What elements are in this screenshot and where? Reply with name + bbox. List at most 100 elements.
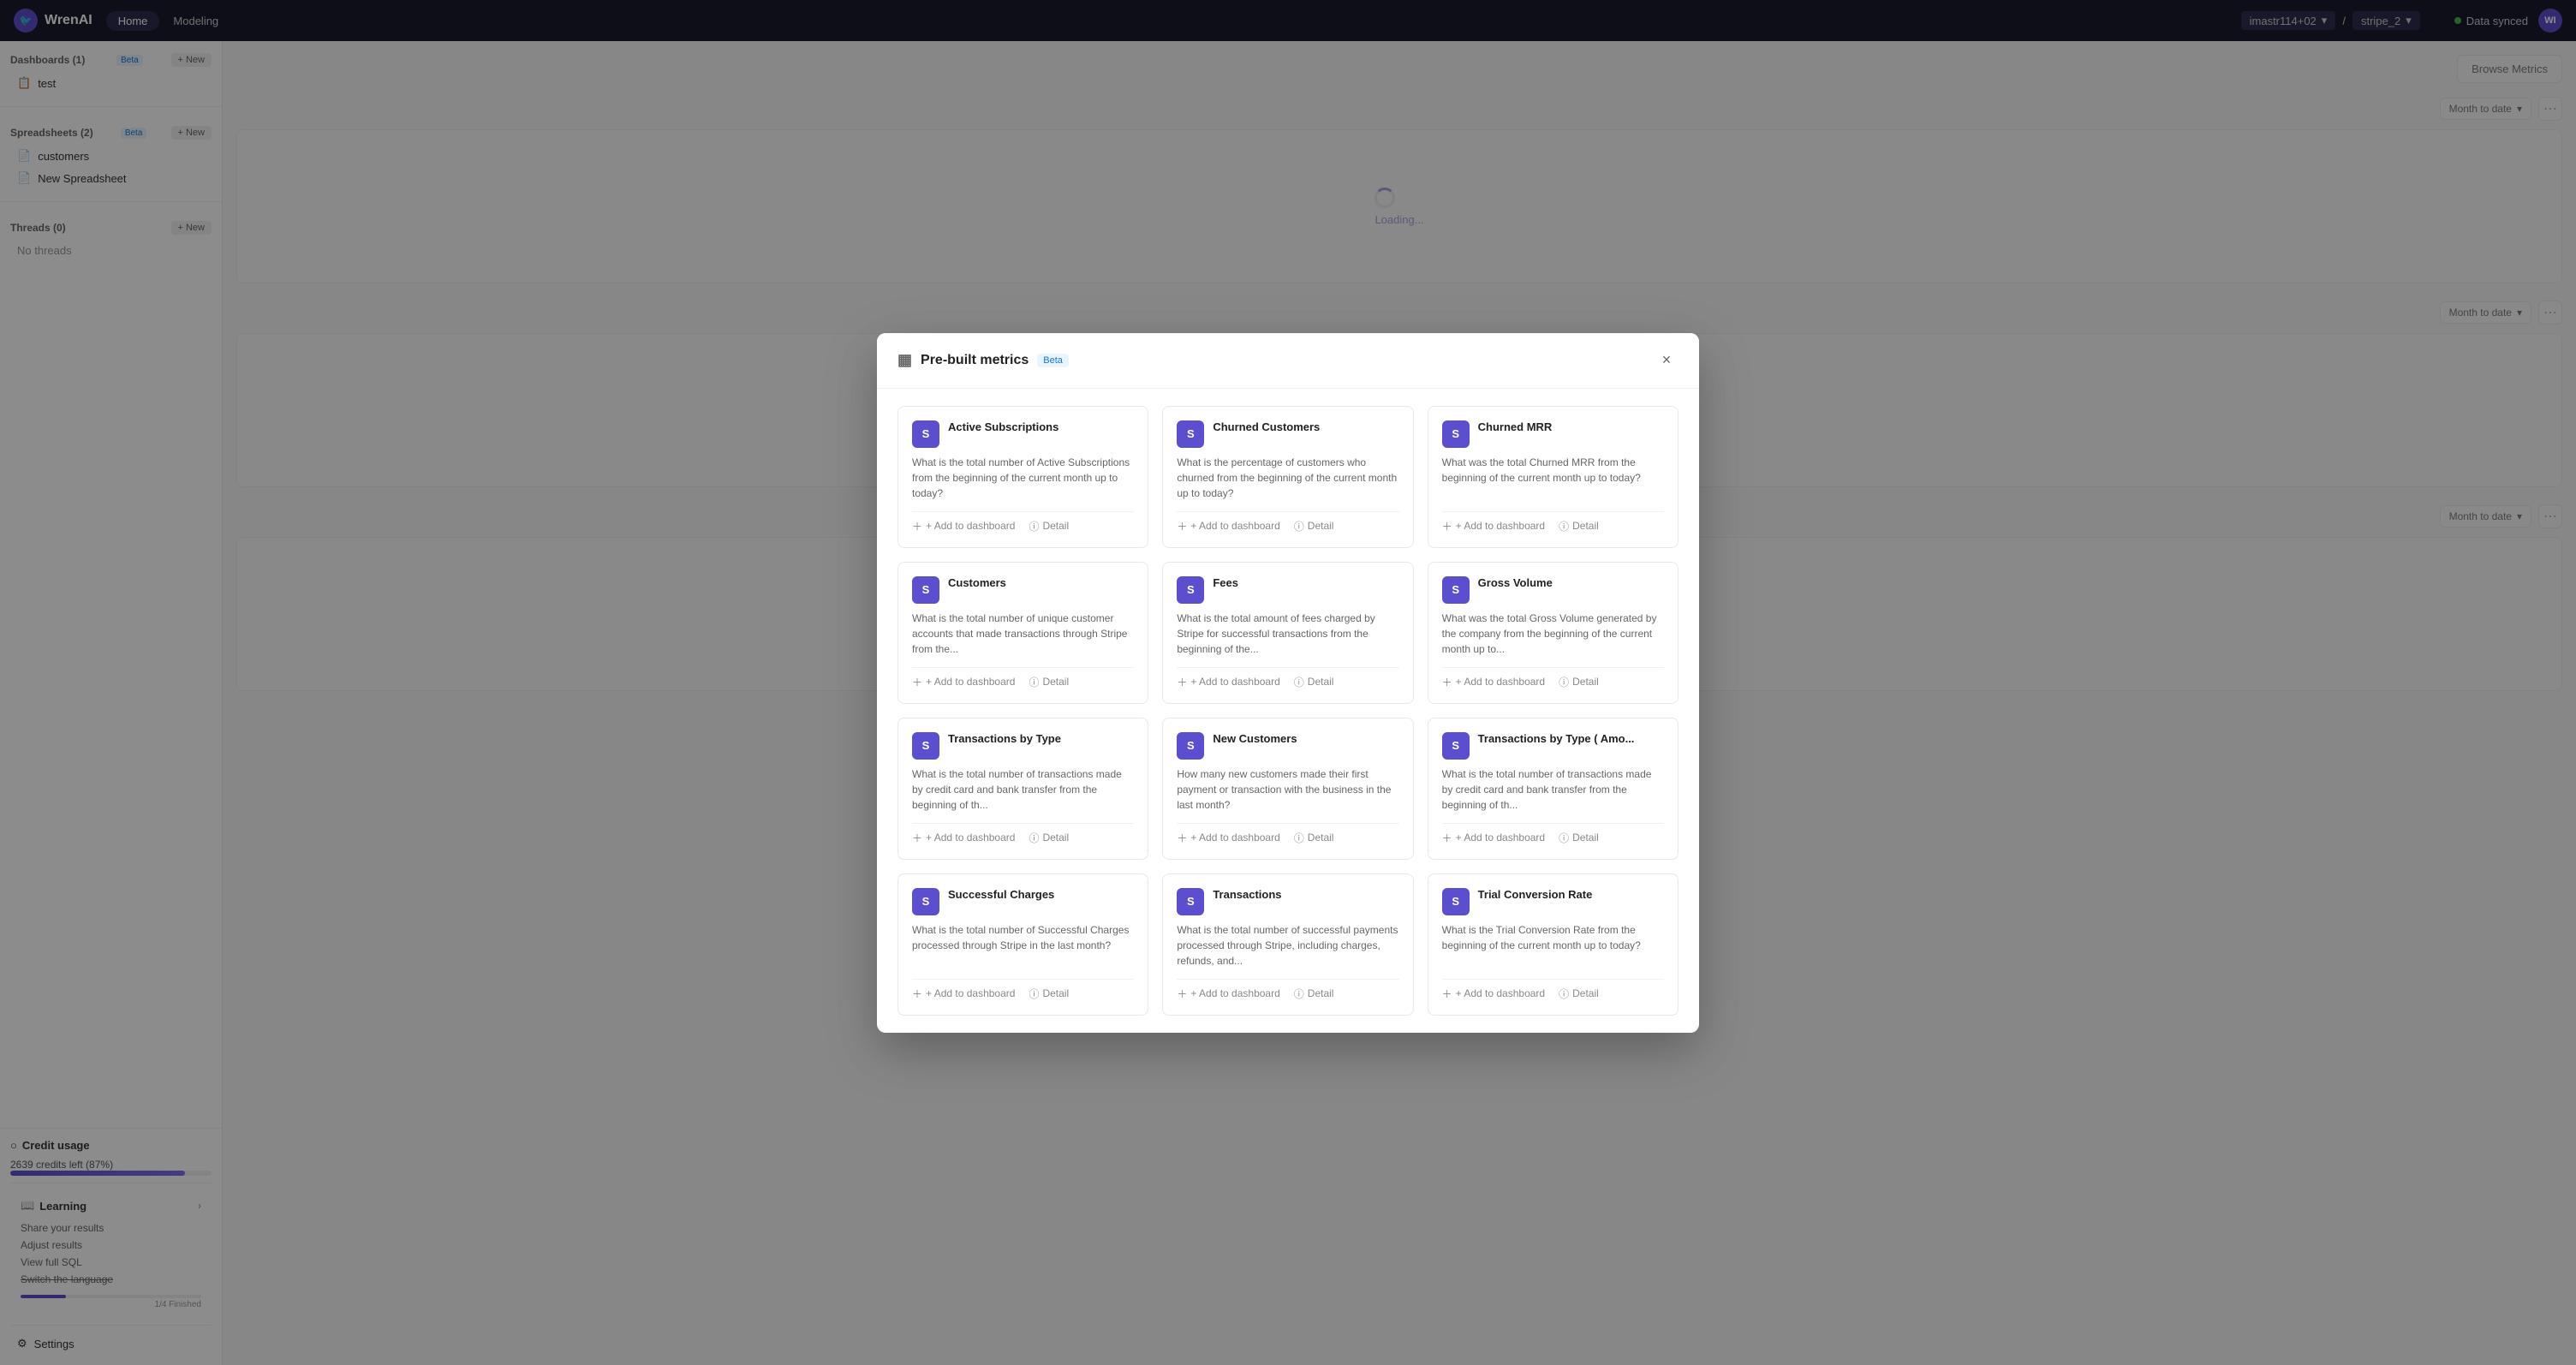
- metrics-grid: S Active Subscriptions What is the total…: [877, 389, 1699, 1033]
- metric-name-transactions-by-type-amount: Transactions by Type ( Amo...: [1478, 732, 1635, 747]
- metric-detail-btn-active-subscriptions[interactable]: ⓘ Detail: [1029, 519, 1069, 533]
- plus-icon: ＋: [1442, 675, 1452, 689]
- metric-icon-gross-volume: S: [1442, 576, 1470, 604]
- metric-header-successful-charges: S Successful Charges: [912, 888, 1134, 915]
- metric-desc-transactions: What is the total number of successful p…: [1177, 922, 1398, 969]
- metric-add-btn-trial-conversion-rate[interactable]: ＋ + Add to dashboard: [1442, 986, 1545, 1001]
- plus-icon: ＋: [912, 675, 922, 689]
- metric-header-new-customers: S New Customers: [1177, 732, 1398, 760]
- metric-card-churned-customers[interactable]: S Churned Customers What is the percenta…: [1162, 406, 1413, 548]
- info-icon: ⓘ: [1559, 519, 1569, 533]
- metric-card-new-customers[interactable]: S New Customers How many new customers m…: [1162, 718, 1413, 860]
- metric-desc-churned-customers: What is the percentage of customers who …: [1177, 455, 1398, 501]
- metric-card-fees[interactable]: S Fees What is the total amount of fees …: [1162, 562, 1413, 704]
- metric-name-transactions: Transactions: [1213, 888, 1281, 903]
- info-icon: ⓘ: [1029, 519, 1039, 533]
- metric-actions-churned-customers: ＋ + Add to dashboard ⓘ Detail: [1177, 511, 1398, 533]
- metric-name-transactions-by-type: Transactions by Type: [948, 732, 1061, 747]
- metric-actions-trial-conversion-rate: ＋ + Add to dashboard ⓘ Detail: [1442, 979, 1664, 1001]
- plus-icon: ＋: [1177, 675, 1187, 689]
- metric-header-transactions-by-type: S Transactions by Type: [912, 732, 1134, 760]
- prebuilt-metrics-modal: ▦ Pre-built metrics Beta × S Active Subs…: [877, 333, 1699, 1033]
- metric-actions-new-customers: ＋ + Add to dashboard ⓘ Detail: [1177, 823, 1398, 845]
- metric-actions-transactions: ＋ + Add to dashboard ⓘ Detail: [1177, 979, 1398, 1001]
- info-icon: ⓘ: [1294, 519, 1304, 533]
- metric-detail-btn-new-customers[interactable]: ⓘ Detail: [1294, 831, 1334, 845]
- metric-add-btn-active-subscriptions[interactable]: ＋ + Add to dashboard: [912, 519, 1015, 533]
- metric-name-new-customers: New Customers: [1213, 732, 1297, 747]
- plus-icon: ＋: [1177, 986, 1187, 1001]
- modal-header: ▦ Pre-built metrics Beta ×: [877, 333, 1699, 389]
- metric-icon-churned-customers: S: [1177, 420, 1204, 448]
- metric-name-churned-mrr: Churned MRR: [1478, 420, 1553, 435]
- metric-name-successful-charges: Successful Charges: [948, 888, 1054, 903]
- info-icon: ⓘ: [1029, 831, 1039, 845]
- metric-add-btn-churned-customers[interactable]: ＋ + Add to dashboard: [1177, 519, 1279, 533]
- metric-desc-fees: What is the total amount of fees charged…: [1177, 611, 1398, 657]
- metric-detail-btn-customers[interactable]: ⓘ Detail: [1029, 675, 1069, 689]
- metric-name-gross-volume: Gross Volume: [1478, 576, 1553, 591]
- metric-card-transactions[interactable]: S Transactions What is the total number …: [1162, 873, 1413, 1016]
- modal-close-btn[interactable]: ×: [1655, 349, 1679, 373]
- metric-icon-successful-charges: S: [912, 888, 939, 915]
- metric-header-active-subscriptions: S Active Subscriptions: [912, 420, 1134, 448]
- metric-actions-active-subscriptions: ＋ + Add to dashboard ⓘ Detail: [912, 511, 1134, 533]
- metric-icon-trial-conversion-rate: S: [1442, 888, 1470, 915]
- modal-title-icon: ▦: [897, 351, 912, 369]
- metric-detail-btn-churned-customers[interactable]: ⓘ Detail: [1294, 519, 1334, 533]
- metric-detail-btn-transactions[interactable]: ⓘ Detail: [1294, 986, 1334, 1001]
- metric-add-btn-customers[interactable]: ＋ + Add to dashboard: [912, 675, 1015, 689]
- metric-detail-btn-fees[interactable]: ⓘ Detail: [1294, 675, 1334, 689]
- metric-actions-transactions-by-type: ＋ + Add to dashboard ⓘ Detail: [912, 823, 1134, 845]
- metric-add-btn-new-customers[interactable]: ＋ + Add to dashboard: [1177, 831, 1279, 845]
- metric-detail-btn-transactions-by-type-amount[interactable]: ⓘ Detail: [1559, 831, 1599, 845]
- metric-icon-new-customers: S: [1177, 732, 1204, 760]
- metric-detail-btn-trial-conversion-rate[interactable]: ⓘ Detail: [1559, 986, 1599, 1001]
- metric-icon-transactions-by-type: S: [912, 732, 939, 760]
- metric-add-btn-transactions-by-type[interactable]: ＋ + Add to dashboard: [912, 831, 1015, 845]
- metric-card-transactions-by-type-amount[interactable]: S Transactions by Type ( Amo... What is …: [1428, 718, 1679, 860]
- metric-card-successful-charges[interactable]: S Successful Charges What is the total n…: [897, 873, 1148, 1016]
- metric-name-fees: Fees: [1213, 576, 1238, 591]
- metric-desc-new-customers: How many new customers made their first …: [1177, 766, 1398, 813]
- metric-header-transactions-by-type-amount: S Transactions by Type ( Amo...: [1442, 732, 1664, 760]
- metric-desc-successful-charges: What is the total number of Successful C…: [912, 922, 1134, 969]
- metric-detail-btn-gross-volume[interactable]: ⓘ Detail: [1559, 675, 1599, 689]
- metric-detail-btn-successful-charges[interactable]: ⓘ Detail: [1029, 986, 1069, 1001]
- metric-header-trial-conversion-rate: S Trial Conversion Rate: [1442, 888, 1664, 915]
- metric-actions-gross-volume: ＋ + Add to dashboard ⓘ Detail: [1442, 667, 1664, 689]
- plus-icon: ＋: [912, 519, 922, 533]
- plus-icon: ＋: [912, 986, 922, 1001]
- metric-header-churned-mrr: S Churned MRR: [1442, 420, 1664, 448]
- modal-overlay[interactable]: ▦ Pre-built metrics Beta × S Active Subs…: [0, 0, 2576, 1365]
- metric-card-customers[interactable]: S Customers What is the total number of …: [897, 562, 1148, 704]
- metric-add-btn-transactions[interactable]: ＋ + Add to dashboard: [1177, 986, 1279, 1001]
- metric-actions-churned-mrr: ＋ + Add to dashboard ⓘ Detail: [1442, 511, 1664, 533]
- metric-icon-active-subscriptions: S: [912, 420, 939, 448]
- metric-card-gross-volume[interactable]: S Gross Volume What was the total Gross …: [1428, 562, 1679, 704]
- metric-desc-trial-conversion-rate: What is the Trial Conversion Rate from t…: [1442, 922, 1664, 969]
- metric-card-trial-conversion-rate[interactable]: S Trial Conversion Rate What is the Tria…: [1428, 873, 1679, 1016]
- info-icon: ⓘ: [1029, 675, 1039, 689]
- metric-card-transactions-by-type[interactable]: S Transactions by Type What is the total…: [897, 718, 1148, 860]
- metric-actions-transactions-by-type-amount: ＋ + Add to dashboard ⓘ Detail: [1442, 823, 1664, 845]
- metric-icon-transactions: S: [1177, 888, 1204, 915]
- metric-add-btn-fees[interactable]: ＋ + Add to dashboard: [1177, 675, 1279, 689]
- metric-detail-btn-transactions-by-type[interactable]: ⓘ Detail: [1029, 831, 1069, 845]
- metric-header-customers: S Customers: [912, 576, 1134, 604]
- plus-icon: ＋: [1177, 519, 1187, 533]
- metric-card-churned-mrr[interactable]: S Churned MRR What was the total Churned…: [1428, 406, 1679, 548]
- metric-actions-successful-charges: ＋ + Add to dashboard ⓘ Detail: [912, 979, 1134, 1001]
- metric-add-btn-churned-mrr[interactable]: ＋ + Add to dashboard: [1442, 519, 1545, 533]
- metric-add-btn-transactions-by-type-amount[interactable]: ＋ + Add to dashboard: [1442, 831, 1545, 845]
- metric-add-btn-gross-volume[interactable]: ＋ + Add to dashboard: [1442, 675, 1545, 689]
- metric-detail-btn-churned-mrr[interactable]: ⓘ Detail: [1559, 519, 1599, 533]
- plus-icon: ＋: [1177, 831, 1187, 845]
- metric-desc-churned-mrr: What was the total Churned MRR from the …: [1442, 455, 1664, 501]
- metric-card-active-subscriptions[interactable]: S Active Subscriptions What is the total…: [897, 406, 1148, 548]
- metric-add-btn-successful-charges[interactable]: ＋ + Add to dashboard: [912, 986, 1015, 1001]
- metric-header-fees: S Fees: [1177, 576, 1398, 604]
- plus-icon: ＋: [1442, 831, 1452, 845]
- modal-beta-badge: Beta: [1037, 354, 1069, 367]
- info-icon: ⓘ: [1559, 986, 1569, 1001]
